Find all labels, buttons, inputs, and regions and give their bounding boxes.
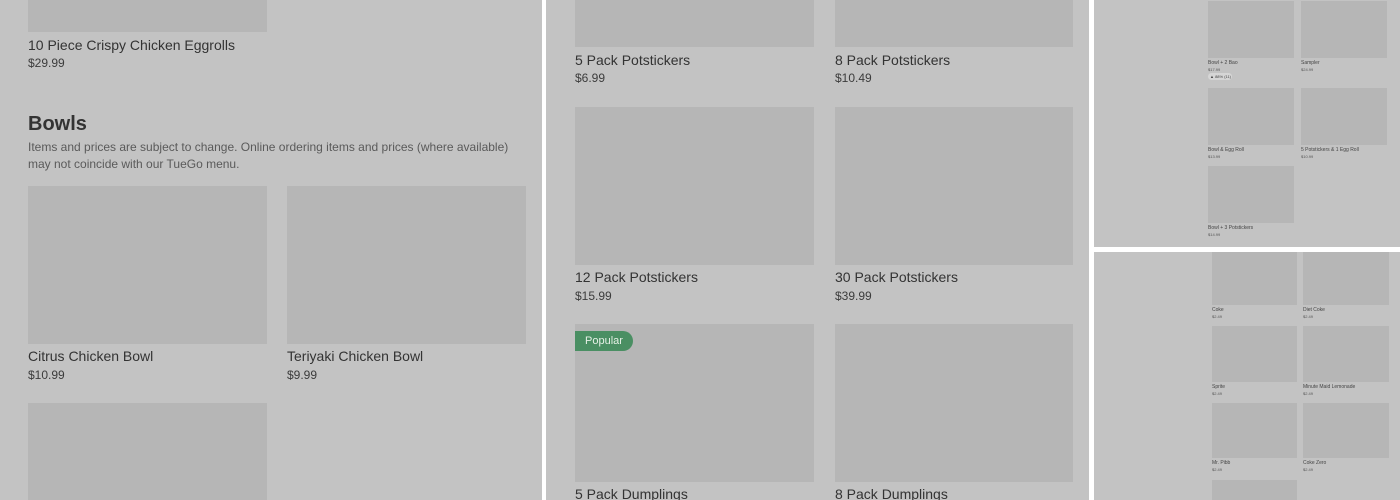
teriyaki-chicken-bowl-image[interactable] [287, 186, 526, 344]
coke-image[interactable] [1212, 252, 1297, 305]
item-price: $10.99 [1301, 154, 1314, 159]
5-pack-potstickers-image[interactable] [575, 0, 814, 47]
item-name[interactable]: Sprite [1212, 384, 1225, 390]
sprite-image[interactable] [1212, 326, 1297, 382]
item-name[interactable]: Bowl + 3 Potstickers [1208, 225, 1253, 231]
item-price: $13.99 [1208, 154, 1221, 159]
rating-badge: ▲ 88% (11) [1208, 73, 1232, 80]
citrus-chicken-bowl-image[interactable] [28, 186, 267, 344]
minute-maid-lemonade-image[interactable] [1303, 326, 1389, 382]
item-name[interactable]: 8 Pack Potstickers [835, 52, 950, 68]
item-name[interactable]: 30 Pack Potstickers [835, 269, 958, 285]
item-name[interactable]: Sampler [1301, 60, 1320, 66]
item-name[interactable]: 12 Pack Potstickers [575, 269, 698, 285]
item-price: $15.99 [575, 289, 612, 303]
item-name[interactable]: Diet Coke [1303, 307, 1325, 313]
combos-thumbnail-panel: Bowl + 2 Bao $17.99 Sampler $24.99 Bowl … [1094, 0, 1400, 247]
section-description: Items and prices are subject to change. … [28, 140, 509, 171]
item-name[interactable]: 5 Potstickers & 1 Egg Roll [1301, 147, 1359, 153]
menu-item-image[interactable] [1212, 480, 1297, 500]
bowl-3-potstickers-image[interactable] [1208, 166, 1294, 223]
item-price: $14.99 [1208, 232, 1221, 237]
bowl-2-bao-image[interactable] [1208, 1, 1294, 58]
item-price: $24.99 [1301, 67, 1314, 72]
item-price: $39.99 [835, 289, 872, 303]
8-pack-potstickers-image[interactable] [835, 0, 1073, 47]
item-name[interactable]: Coke Zero [1303, 460, 1326, 466]
popular-badge: Popular [575, 331, 633, 351]
8-pack-dumplings-image[interactable] [835, 324, 1073, 482]
item-price: $2.49 [1212, 467, 1223, 472]
eggrolls-image[interactable] [28, 0, 267, 32]
drinks-thumbnail-panel: Coke $2.49 Diet Coke $2.49 Sprite $2.49 … [1094, 252, 1400, 500]
item-name[interactable]: 5 Pack Potstickers [575, 52, 690, 68]
item-name[interactable]: 8 Pack Dumplings [835, 486, 948, 500]
item-name[interactable]: 5 Pack Dumplings [575, 486, 688, 500]
bowl-egg-roll-image[interactable] [1208, 88, 1294, 145]
item-price: $10.99 [28, 368, 65, 382]
coke-zero-image[interactable] [1303, 403, 1389, 458]
item-price: $2.49 [1303, 314, 1314, 319]
sampler-image[interactable] [1301, 1, 1387, 58]
item-name[interactable]: Mr. Pibb [1212, 460, 1230, 466]
potstickers-egg-roll-image[interactable] [1301, 88, 1387, 145]
middle-menu-panel: 5 Pack Potstickers $6.99 8 Pack Potstick… [546, 0, 1089, 500]
item-name[interactable]: Minute Maid Lemonade [1303, 384, 1355, 390]
item-price: $6.99 [575, 71, 606, 85]
item-name[interactable]: Teriyaki Chicken Bowl [287, 348, 423, 364]
item-name[interactable]: Bowl & Egg Roll [1208, 147, 1244, 153]
left-menu-panel: 10 Piece Crispy Chicken Eggrolls $29.99 … [0, 0, 542, 500]
mr-pibb-image[interactable] [1212, 403, 1297, 458]
item-price: $10.49 [835, 71, 872, 85]
item-name[interactable]: Citrus Chicken Bowl [28, 348, 153, 364]
item-price: $2.49 [1212, 314, 1223, 319]
item-name[interactable]: Coke [1212, 307, 1224, 313]
menu-item-image[interactable] [28, 403, 267, 500]
section-title: Bowls [28, 113, 87, 135]
30-pack-potstickers-image[interactable] [835, 107, 1073, 265]
item-price: $9.99 [287, 368, 318, 382]
12-pack-potstickers-image[interactable] [575, 107, 814, 265]
diet-coke-image[interactable] [1303, 252, 1389, 305]
item-price: $17.99 [1208, 67, 1221, 72]
item-name[interactable]: Bowl + 2 Bao [1208, 60, 1238, 66]
item-price: $2.49 [1303, 391, 1314, 396]
item-price: $29.99 [28, 56, 65, 70]
item-price: $2.49 [1212, 391, 1223, 396]
item-price: $2.49 [1303, 467, 1314, 472]
item-name[interactable]: 10 Piece Crispy Chicken Eggrolls [28, 37, 235, 53]
